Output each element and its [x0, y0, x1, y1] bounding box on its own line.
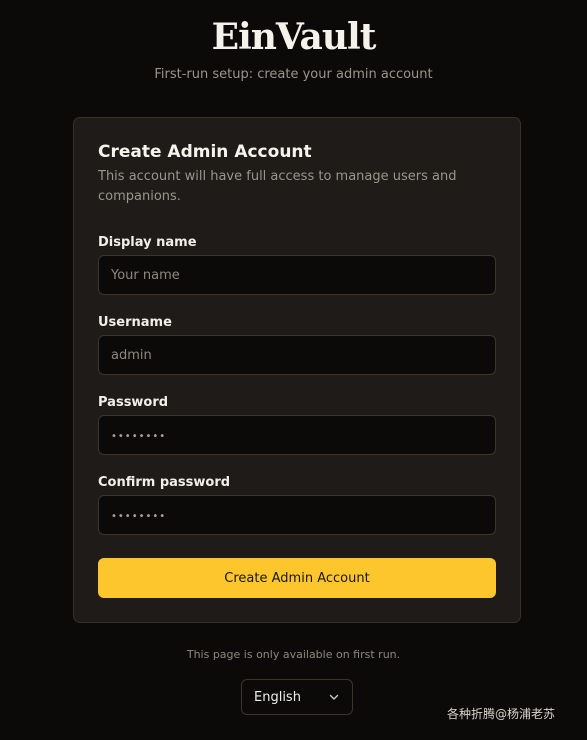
display-name-label: Display name: [98, 235, 197, 250]
card-title: Create Admin Account: [98, 142, 312, 162]
first-run-footnote: This page is only available on first run…: [186, 648, 401, 661]
admin-account-card: Create Admin Account This account will h…: [73, 117, 521, 623]
username-input[interactable]: [98, 335, 496, 375]
confirm-password-input[interactable]: [98, 495, 496, 535]
setup-page: EinVault First-run setup: create your ad…: [0, 0, 587, 740]
display-name-input[interactable]: [98, 255, 496, 295]
chevron-down-icon: [328, 691, 340, 703]
create-admin-account-button[interactable]: Create Admin Account: [98, 558, 496, 598]
language-selected-label: English: [254, 689, 301, 705]
language-select[interactable]: English: [241, 679, 353, 715]
card-description: This account will have full access to ma…: [98, 169, 457, 204]
watermark: 各种折腾@杨浦老苏: [447, 707, 556, 721]
password-input[interactable]: [98, 415, 496, 455]
confirm-password-label: Confirm password: [98, 475, 231, 490]
username-label: Username: [98, 315, 172, 330]
page-subtitle: First-run setup: create your admin accou…: [154, 67, 433, 82]
brand-logo: EinVault: [211, 16, 377, 58]
password-label: Password: [98, 395, 169, 410]
